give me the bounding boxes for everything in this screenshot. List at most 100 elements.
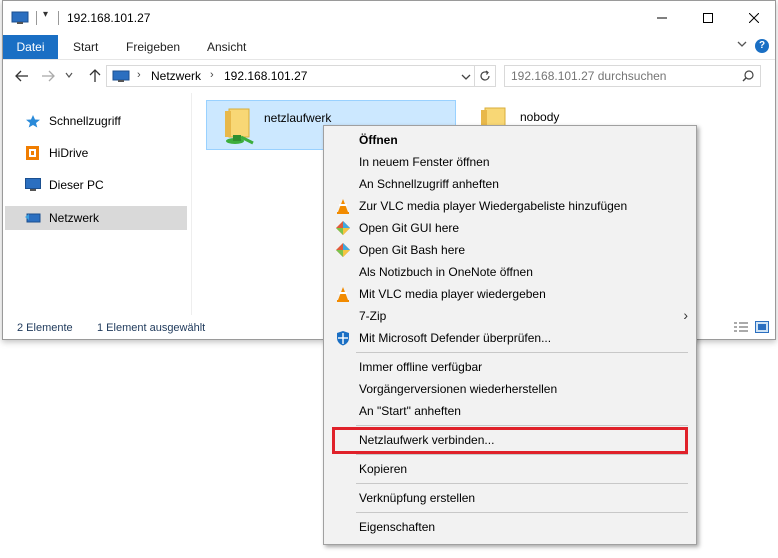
details-view-icon[interactable]: [733, 321, 749, 333]
minimize-icon: [657, 17, 667, 19]
vlc-icon: [337, 199, 349, 214]
highlight-frame: [332, 427, 688, 454]
menu-separator: [356, 425, 688, 426]
menu-separator: [356, 454, 688, 455]
sidebar-item-label: Schnellzugriff: [49, 114, 121, 128]
menu-item-label: Mit VLC media player wiedergeben: [359, 287, 546, 301]
menu-item-label: 7-Zip: [359, 309, 387, 323]
up-arrow-icon[interactable]: [89, 69, 101, 83]
sidebar-item-hidrive[interactable]: HiDrive: [5, 141, 187, 165]
chevron-right-icon: ›: [683, 307, 688, 323]
recent-locations-icon[interactable]: [65, 72, 73, 78]
help-icon[interactable]: ?: [755, 39, 769, 53]
address-dropdown-icon[interactable]: [461, 73, 471, 81]
menu-item-previous-versions[interactable]: Vorgängerversionen wiederherstellen: [326, 378, 692, 400]
item-count: 2 Elemente: [17, 322, 73, 334]
menu-item-create-shortcut[interactable]: Verknüpfung erstellen: [326, 487, 692, 509]
menu-item-label: Vorgängerversionen wiederherstellen: [359, 382, 558, 396]
quick-access-dropdown-icon[interactable]: ▾: [43, 9, 48, 20]
search-box[interactable]: [504, 65, 761, 87]
tab-start[interactable]: Start: [73, 35, 98, 59]
menu-item-in-neuem-fenster[interactable]: In neuem Fenster öffnen: [326, 151, 692, 173]
menu-item-git-bash[interactable]: Open Git Bash here: [326, 239, 692, 261]
menu-item-vlc-playlist[interactable]: Zur VLC media player Wiedergabeliste hin…: [326, 195, 692, 217]
sidebar-item-label: Netzwerk: [49, 211, 100, 225]
sidebar-item-label: HiDrive: [49, 146, 89, 160]
menu-separator: [356, 352, 688, 353]
back-arrow-icon[interactable]: [15, 70, 29, 82]
divider: [36, 11, 37, 25]
network-icon: [25, 213, 41, 223]
menu-item-label: In neuem Fenster öffnen: [359, 155, 490, 169]
git-icon: [336, 221, 350, 235]
selection-count: 1 Element ausgewählt: [97, 322, 206, 334]
menu-item-offline[interactable]: Immer offline verfügbar: [326, 356, 692, 378]
maximize-icon: [703, 13, 713, 23]
breadcrumb-separator[interactable]: ›: [137, 69, 141, 81]
menu-item-git-gui[interactable]: Open Git GUI here: [326, 217, 692, 239]
hidrive-icon: [26, 146, 39, 160]
breadcrumb-separator[interactable]: ›: [210, 69, 214, 81]
vlc-icon: [337, 287, 349, 302]
refresh-icon: [480, 70, 490, 81]
item-label: netzlaufwerk: [264, 111, 332, 125]
menu-item-label: Mit Microsoft Defender überprüfen...: [359, 331, 552, 345]
menu-item-label: Als Notizbuch in OneNote öffnen: [359, 265, 533, 279]
refresh-button[interactable]: [474, 66, 495, 86]
shared-folder-icon: [225, 108, 254, 145]
tiles-view-icon[interactable]: [755, 321, 769, 333]
star-icon: [26, 115, 40, 128]
pc-icon[interactable]: [11, 11, 29, 25]
defender-shield-icon: [337, 331, 349, 346]
breadcrumb-netzwerk[interactable]: Netzwerk: [151, 69, 201, 83]
close-button[interactable]: [731, 1, 777, 35]
search-icon[interactable]: [742, 70, 754, 82]
menu-item-label: An "Start" anheften: [359, 404, 461, 418]
sidebar-item-netzwerk[interactable]: Netzwerk: [5, 206, 187, 230]
sidebar-item-schnellzugriff[interactable]: Schnellzugriff: [5, 109, 187, 133]
tab-ansicht[interactable]: Ansicht: [207, 35, 246, 59]
menu-item-label: Immer offline verfügbar: [359, 360, 483, 374]
menu-item-label: Open Git Bash here: [359, 243, 466, 257]
minimize-button[interactable]: [639, 1, 685, 35]
menu-item-label: Kopieren: [359, 462, 408, 476]
item-label: nobody: [520, 110, 560, 124]
menu-item-label: Eigenschaften: [359, 520, 436, 534]
menu-item-defender[interactable]: Mit Microsoft Defender überprüfen...: [326, 327, 692, 349]
context-menu: Öffnen In neuem Fenster öffnen An Schnel…: [323, 125, 697, 545]
forward-arrow-icon[interactable]: [41, 70, 55, 82]
menu-item-7zip[interactable]: 7-Zip ›: [326, 305, 692, 327]
divider: [58, 11, 59, 25]
menu-item-label: Öffnen: [359, 133, 398, 147]
menu-item-vlc-play[interactable]: Mit VLC media player wiedergeben: [326, 283, 692, 305]
menu-item-label: Open Git GUI here: [359, 221, 460, 235]
menu-item-onenote[interactable]: Als Notizbuch in OneNote öffnen: [326, 261, 692, 283]
tab-datei[interactable]: Datei: [3, 35, 58, 59]
navigation-pane: Schnellzugriff HiDrive Dieser PC Netzwer…: [3, 93, 192, 315]
search-input[interactable]: [511, 68, 731, 84]
breadcrumb-ip[interactable]: 192.168.101.27: [224, 69, 307, 83]
menu-item-label: Verknüpfung erstellen: [359, 491, 476, 505]
close-icon: [749, 13, 759, 23]
title-bar: ▾ 192.168.101.27: [3, 1, 775, 35]
tab-freigeben[interactable]: Freigeben: [126, 35, 180, 59]
pc-icon: [25, 178, 41, 191]
window-title: 192.168.101.27: [67, 11, 151, 25]
address-bar[interactable]: › Netzwerk › 192.168.101.27: [106, 65, 496, 87]
menu-item-schnellzugriff-anheften[interactable]: An Schnellzugriff anheften: [326, 173, 692, 195]
menu-item-label: Zur VLC media player Wiedergabeliste hin…: [359, 199, 628, 213]
menu-item-properties[interactable]: Eigenschaften: [326, 516, 692, 538]
sidebar-item-dieser-pc[interactable]: Dieser PC: [5, 173, 187, 197]
pc-icon: [112, 70, 130, 82]
menu-separator: [356, 512, 688, 513]
menu-item-copy[interactable]: Kopieren: [326, 458, 692, 480]
menu-item-label: An Schnellzugriff anheften: [359, 177, 499, 191]
menu-item-oeffnen[interactable]: Öffnen: [326, 129, 692, 151]
ribbon-expand-icon[interactable]: [737, 40, 747, 48]
address-row: › Netzwerk › 192.168.101.27: [3, 59, 775, 94]
ribbon-tabs: Datei Start Freigeben Ansicht ?: [3, 35, 775, 59]
git-icon: [336, 243, 350, 257]
menu-item-pin-start[interactable]: An "Start" anheften: [326, 400, 692, 422]
sidebar-item-label: Dieser PC: [49, 178, 104, 192]
maximize-button[interactable]: [685, 1, 731, 35]
